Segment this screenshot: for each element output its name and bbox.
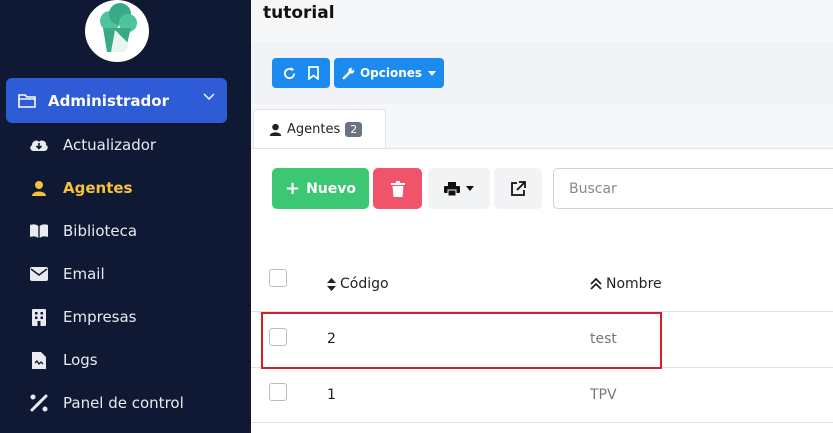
highlight-box: [261, 312, 662, 369]
sidebar-item-label: Logs: [63, 351, 98, 369]
external-link-icon: [510, 181, 526, 196]
caret-down-icon: [466, 186, 474, 191]
sidebar-item-empresas[interactable]: Empresas: [0, 297, 251, 337]
print-dropdown-button[interactable]: [428, 168, 490, 209]
tab-agentes[interactable]: Agentes 2: [253, 109, 386, 149]
options-label: Opciones: [359, 66, 423, 80]
sidebar-section-administrador[interactable]: Administrador: [6, 78, 227, 123]
column-header-nombre[interactable]: Nombre: [590, 276, 662, 292]
sidebar-item-panel-de-control[interactable]: Panel de control: [0, 383, 251, 423]
printer-icon: [444, 181, 460, 196]
sidebar-item-label: Actualizador: [63, 136, 157, 154]
column-header-codigo[interactable]: Código: [327, 276, 389, 292]
sidebar: Administrador Actualizador Agentes Bibli…: [0, 0, 251, 433]
app-logo[interactable]: [85, 0, 149, 62]
wrench-icon: [342, 67, 355, 79]
column-header-label: Código: [340, 276, 389, 292]
sidebar-item-logs[interactable]: Logs: [0, 340, 251, 380]
cell-codigo[interactable]: 1: [327, 387, 336, 403]
options-dropdown-button[interactable]: Opciones: [334, 58, 444, 88]
count-badge: 2: [345, 122, 363, 137]
trash-icon: [390, 180, 405, 197]
delete-button[interactable]: [373, 168, 422, 209]
column-header-label: Nombre: [606, 276, 662, 292]
bookmark-icon: [308, 66, 319, 80]
external-link-button[interactable]: [494, 168, 542, 209]
sort-icon: [327, 277, 336, 291]
new-button[interactable]: + Nuevo: [272, 168, 369, 209]
chef-hat-logo-icon: [100, 3, 137, 52]
sidebar-item-label: Email: [63, 265, 105, 283]
new-button-label: Nuevo: [306, 180, 357, 197]
user-icon: [29, 178, 49, 198]
sidebar-item-biblioteca[interactable]: Biblioteca: [0, 211, 251, 251]
sort-up-icon: [590, 278, 602, 290]
caret-down-icon: [428, 70, 437, 76]
user-icon: [269, 123, 282, 136]
refresh-button[interactable]: [283, 66, 296, 80]
sidebar-item-agentes[interactable]: Agentes: [0, 168, 251, 208]
sidebar-item-actualizador[interactable]: Actualizador: [0, 125, 251, 165]
book-icon: [29, 221, 49, 241]
select-all-checkbox[interactable]: [269, 269, 287, 287]
row-checkbox[interactable]: [269, 383, 287, 401]
refresh-bookmark-group: [272, 58, 330, 88]
sidebar-item-email[interactable]: Email: [0, 254, 251, 294]
envelope-icon: [29, 264, 49, 284]
refresh-icon: [283, 66, 296, 79]
sidebar-section-label: Administrador: [48, 91, 169, 110]
divider: [251, 422, 833, 423]
sidebar-item-label: Panel de control: [63, 394, 184, 412]
sidebar-item-label: Biblioteca: [63, 222, 138, 240]
page-title: tutorial: [263, 3, 335, 23]
bookmark-button[interactable]: [308, 66, 319, 80]
search-input[interactable]: [553, 168, 833, 209]
chevron-down-icon: [203, 93, 215, 101]
plus-icon: +: [284, 177, 301, 199]
cell-nombre[interactable]: TPV: [590, 387, 617, 403]
folder-icon: [18, 93, 36, 108]
sidebar-item-label: Agentes: [63, 179, 133, 197]
sidebar-item-label: Empresas: [63, 308, 137, 326]
cloud-download-icon: [29, 135, 49, 155]
file-icon: [29, 350, 49, 370]
tools-icon: [29, 393, 49, 413]
building-icon: [29, 307, 49, 327]
tab-label: Agentes: [287, 122, 341, 137]
